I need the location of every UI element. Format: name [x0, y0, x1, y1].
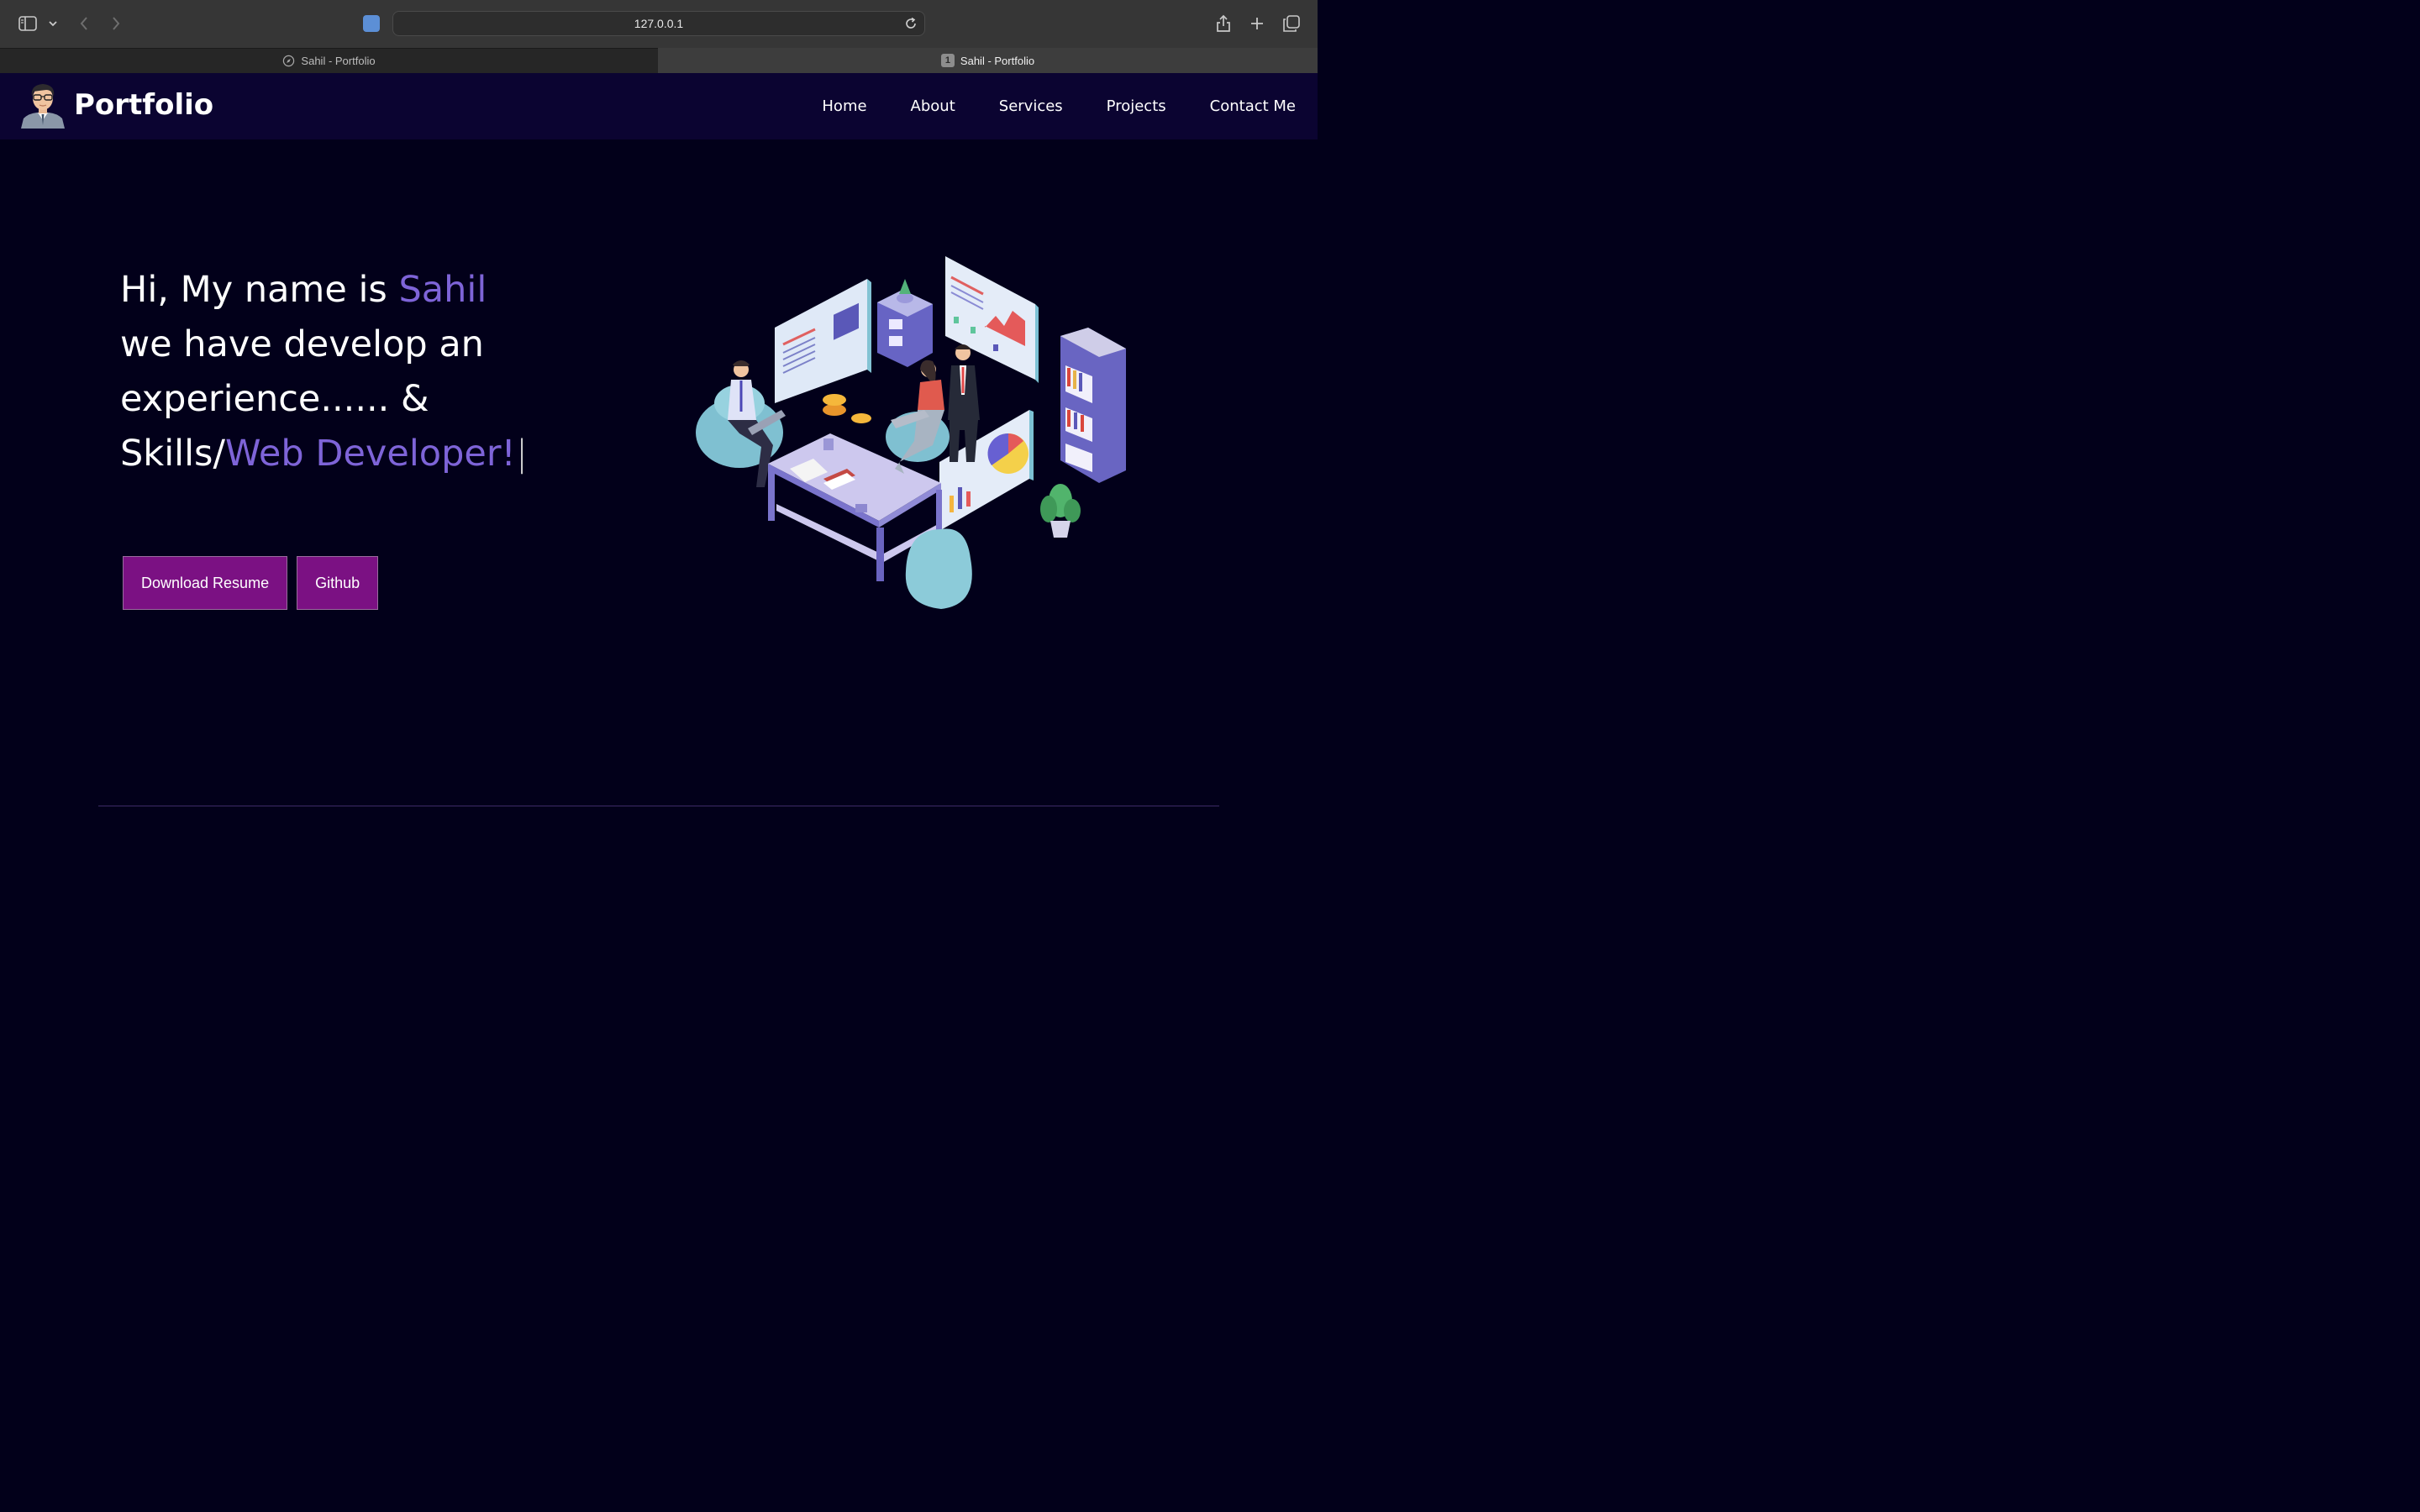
team-workspace-illustration	[696, 256, 1126, 609]
avatar-logo-icon	[21, 84, 65, 129]
left-screen-graphic	[775, 279, 871, 403]
nav-link-contact[interactable]: Contact Me	[1210, 97, 1296, 115]
nav-links: Home About Services Projects Contact Me	[822, 73, 1296, 139]
github-button[interactable]: Github	[297, 556, 379, 610]
nav-link-services[interactable]: Services	[999, 97, 1063, 115]
hero-greeting: Hi, My name is	[120, 269, 399, 311]
site-favicon-icon	[363, 15, 380, 32]
coins-graphic	[823, 394, 871, 423]
nav-link-home[interactable]: Home	[822, 97, 866, 115]
beanbag-graphic	[905, 528, 972, 609]
hero-line-4: Skills/Web Developer!|	[120, 433, 528, 475]
tab-active[interactable]: 1 Sahil - Portfolio	[658, 48, 1318, 73]
browser-toolbar: 127.0.0.1	[0, 0, 1318, 48]
hero-line-3: experience...... &	[120, 378, 429, 420]
bookshelf-graphic	[1060, 328, 1126, 483]
hero-role: Web Developer!	[224, 433, 516, 475]
nav-link-about[interactable]: About	[911, 97, 955, 115]
share-icon[interactable]	[1213, 12, 1234, 35]
new-tab-plus-icon[interactable]	[1247, 13, 1267, 34]
address-bar[interactable]: 127.0.0.1	[392, 11, 925, 36]
brand[interactable]: Portfolio	[18, 81, 213, 129]
back-arrow-icon[interactable]	[76, 13, 92, 34]
plant-graphic	[1040, 484, 1081, 538]
download-resume-button[interactable]: Download Resume	[123, 556, 288, 610]
chevron-down-icon[interactable]	[46, 17, 60, 30]
url-text: 127.0.0.1	[634, 17, 684, 30]
hero-name: Sahil	[398, 269, 487, 311]
hero-buttons: Download Resume Github	[123, 556, 379, 610]
tab-number-badge: 1	[940, 54, 955, 67]
compass-icon	[283, 55, 295, 67]
tab-overview-icon[interactable]	[1281, 13, 1302, 34]
cabinet-graphic	[877, 279, 933, 367]
brand-title: Portfolio	[74, 88, 214, 122]
hero-line-1: Hi, My name is Sahil	[120, 269, 487, 311]
top-right-screen-graphic	[945, 256, 1039, 383]
hero-heading: Hi, My name is Sahil we have develop an …	[120, 263, 591, 481]
hero-line-2: we have develop an	[120, 323, 484, 365]
hero-skills-prefix: Skills/	[120, 433, 225, 475]
tab-inactive[interactable]: Sahil - Portfolio	[0, 48, 658, 73]
tab-title: Sahil - Portfolio	[960, 54, 1035, 67]
sidebar-toggle-icon[interactable]	[17, 13, 39, 34]
typing-caret: |	[515, 433, 529, 475]
forward-arrow-icon[interactable]	[108, 13, 124, 34]
reload-icon[interactable]	[902, 15, 919, 32]
tab-strip: Sahil - Portfolio 1 Sahil - Portfolio	[0, 48, 1318, 73]
site-navbar: Portfolio Home About Services Projects C…	[0, 73, 1318, 139]
nav-link-projects[interactable]: Projects	[1107, 97, 1166, 115]
tab-title: Sahil - Portfolio	[301, 55, 376, 67]
standing-man-graphic	[948, 344, 980, 462]
